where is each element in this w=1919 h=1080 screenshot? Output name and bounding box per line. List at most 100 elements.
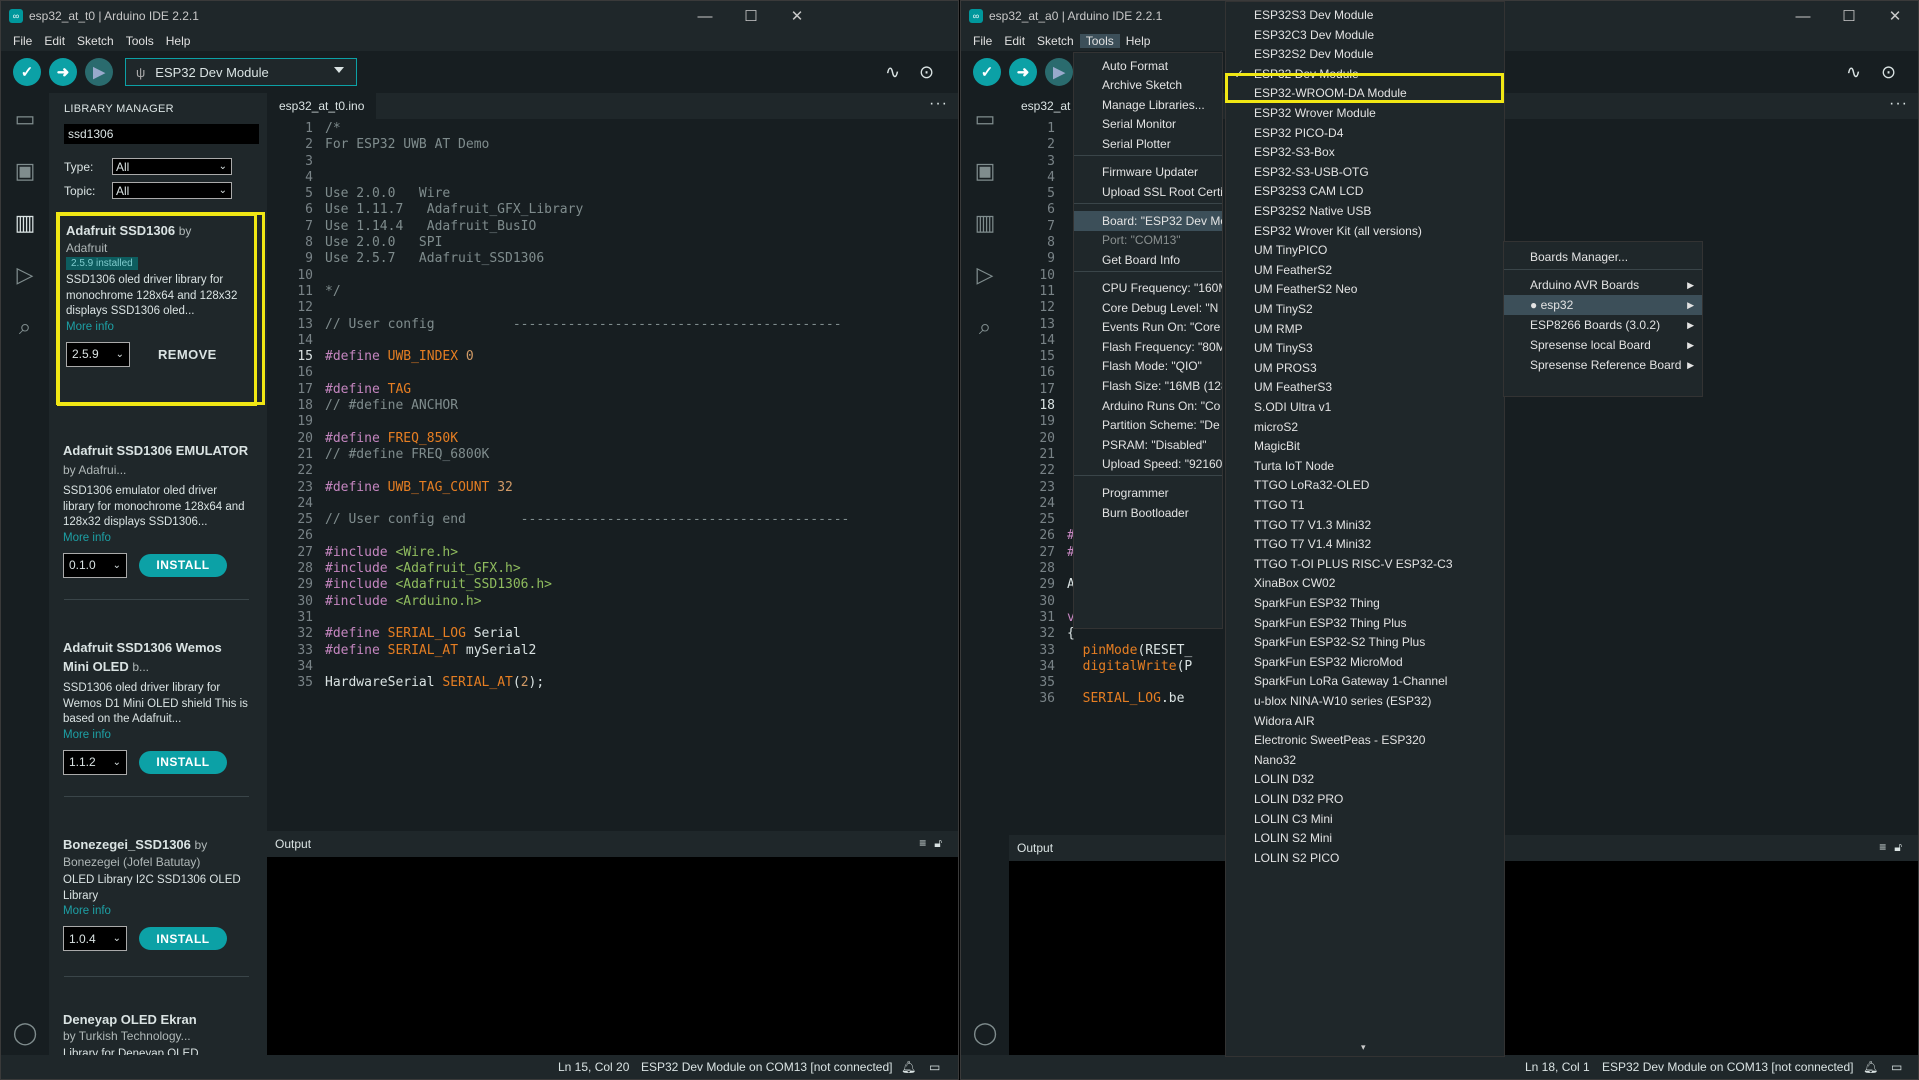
version-select[interactable]: 1.1.2 ⌄ <box>63 749 127 775</box>
tools-menu-item[interactable]: Flash Mode: "QIO" <box>1074 356 1222 376</box>
close-icon[interactable]: ✕ <box>774 1 820 31</box>
debug-icon[interactable]: ▶ <box>1045 58 1073 86</box>
board-platform-item[interactable]: Arduino AVR Boards ▶ <box>1504 275 1702 295</box>
version-select[interactable]: 0.1.0 ⌄ <box>63 552 127 578</box>
board-option[interactable]: LOLIN S2 PICO <box>1226 848 1504 868</box>
board-option[interactable]: ESP32S2 Dev Module <box>1226 44 1504 64</box>
serial-monitor-icon[interactable]: ⊙ <box>919 62 934 83</box>
board-option[interactable]: UM FeatherS2 <box>1226 260 1504 280</box>
boards-manager-icon[interactable]: ▣ <box>1 145 49 197</box>
board-option[interactable]: LOLIN S2 Mini <box>1226 828 1504 848</box>
output-toggle-icon[interactable]: ▭ <box>1891 1060 1902 1074</box>
verify-icon[interactable]: ✓ <box>973 58 1001 86</box>
board-option[interactable]: LOLIN C3 Mini <box>1226 809 1504 829</box>
board-option[interactable]: TTGO LoRa32-OLED <box>1226 475 1504 495</box>
tools-menu-item[interactable]: Board: "ESP32 Dev Mo <box>1074 211 1222 231</box>
menu-sketch[interactable]: Sketch <box>1031 34 1080 48</box>
menu-edit[interactable]: Edit <box>38 34 71 48</box>
board-selector[interactable]: ψ ESP32 Dev Module <box>125 58 357 86</box>
tools-menu-item[interactable]: Arduino Runs On: "Co <box>1074 396 1222 416</box>
bell-icon[interactable]: 🔔︎ <box>1863 1060 1878 1074</box>
tools-menu-item[interactable]: Get Board Info <box>1074 250 1222 270</box>
search-icon[interactable]: ⌕ <box>1 301 49 353</box>
upload-icon[interactable]: ➜ <box>1009 58 1037 86</box>
board-platform-item[interactable]: Spresense Reference Board ▶ <box>1504 355 1702 375</box>
maximize-icon[interactable]: ☐ <box>728 1 774 31</box>
board-option[interactable]: Turta IoT Node <box>1226 456 1504 476</box>
board-option[interactable]: UM TinyS2 <box>1226 299 1504 319</box>
tools-menu-item[interactable]: Events Run On: "Core <box>1074 317 1222 337</box>
install-button[interactable]: INSTALL <box>139 750 227 774</box>
menu-tools[interactable]: Tools <box>120 34 160 48</box>
folder-icon[interactable]: ▭ <box>961 93 1009 145</box>
menu-help[interactable]: Help <box>1120 34 1157 48</box>
tools-menu-item[interactable]: Flash Frequency: "80M <box>1074 337 1222 357</box>
board-option[interactable]: ESP32 Wrover Kit (all versions) <box>1226 221 1504 241</box>
board-platform-item[interactable]: Boards Manager... <box>1504 247 1702 267</box>
code-editor[interactable]: esp32_at_t0.ino ··· 1 /* 2 For ESP32 UWB AT… <box>267 93 958 829</box>
account-icon[interactable]: ◯ <box>1 1009 49 1057</box>
tools-menu-item[interactable]: Partition Scheme: "De <box>1074 415 1222 435</box>
install-button[interactable]: INSTALL <box>139 927 227 950</box>
board-option[interactable]: Widora AIR <box>1226 711 1504 731</box>
menu-tools[interactable]: Tools <box>1079 34 1120 48</box>
tools-menu-item[interactable]: Burn Bootloader <box>1074 503 1222 523</box>
board-option[interactable]: UM FeatherS2 Neo <box>1226 279 1504 299</box>
debug-icon[interactable]: ▶ <box>85 58 113 86</box>
board-option[interactable]: ESP32C3 Dev Module <box>1226 25 1504 45</box>
tools-menu-item[interactable]: Archive Sketch <box>1074 75 1222 95</box>
board-option[interactable]: LOLIN D32 <box>1226 769 1504 789</box>
clear-output-icon[interactable]: ≡ <box>919 836 934 850</box>
library-search-input[interactable] <box>64 124 259 144</box>
search-icon[interactable]: ⌕ <box>961 301 1009 353</box>
board-option[interactable]: u-blox NINA-W10 series (ESP32) <box>1226 691 1504 711</box>
verify-icon[interactable]: ✓ <box>13 58 41 86</box>
serial-plotter-icon[interactable]: ∿ <box>1846 62 1861 83</box>
close-icon[interactable]: ✕ <box>1872 1 1918 31</box>
version-select[interactable]: 1.0.4 ⌄ <box>63 926 127 951</box>
menu-edit[interactable]: Edit <box>998 34 1031 48</box>
more-info-link[interactable]: More info <box>63 904 251 919</box>
lock-icon[interactable]: 🔓︎ <box>1894 840 1910 854</box>
tab-esp32-at-t0[interactable]: esp32_at_t0.ino <box>267 93 377 119</box>
serial-monitor-icon[interactable]: ⊙ <box>1881 62 1896 83</box>
board-option[interactable]: UM RMP <box>1226 319 1504 339</box>
lock-icon[interactable]: 🔓︎ <box>934 836 950 850</box>
board-platform-item[interactable]: ● esp32 ▶ <box>1504 295 1702 315</box>
tools-menu-item[interactable]: Core Debug Level: "N <box>1074 298 1222 318</box>
board-option[interactable]: UM TinyS3 <box>1226 338 1504 358</box>
board-option[interactable]: ESP32-S3-USB-OTG <box>1226 162 1504 182</box>
tools-menu-item[interactable]: Port: "COM13" <box>1074 230 1222 250</box>
boards-manager-icon[interactable]: ▣ <box>961 145 1009 197</box>
tools-menu-item[interactable]: PSRAM: "Disabled" <box>1074 435 1222 455</box>
menu-file[interactable]: File <box>7 34 38 48</box>
debug-sidebar-icon[interactable]: ▷ <box>1 249 49 301</box>
type-select[interactable]: All ⌄ <box>112 158 232 175</box>
minimize-icon[interactable]: — <box>1780 1 1826 31</box>
board-option[interactable]: Electronic SweetPeas - ESP320 <box>1226 730 1504 750</box>
board-option[interactable]: ESP32S2 Native USB <box>1226 201 1504 221</box>
tools-menu-item[interactable]: Flash Size: "16MB (128 <box>1074 376 1222 396</box>
tools-menu-item[interactable]: Serial Plotter <box>1074 134 1222 154</box>
more-icon[interactable]: ··· <box>929 95 948 113</box>
output-toggle-icon[interactable]: ▭ <box>929 1060 940 1074</box>
board-option[interactable]: XinaBox CW02 <box>1226 573 1504 593</box>
library-manager-icon[interactable]: ▥ <box>1 197 49 249</box>
tools-menu-item[interactable]: Programmer <box>1074 483 1222 503</box>
board-option[interactable]: UM FeatherS3 <box>1226 377 1504 397</box>
board-option[interactable]: SparkFun ESP32 Thing Plus <box>1226 613 1504 633</box>
tools-menu-item[interactable]: Serial Monitor <box>1074 114 1222 134</box>
library-manager-icon[interactable]: ▥ <box>961 197 1009 249</box>
tools-menu-item[interactable]: Firmware Updater <box>1074 162 1222 182</box>
scroll-down-icon[interactable]: ▾ <box>1361 1042 1366 1053</box>
board-option[interactable]: UM PROS3 <box>1226 358 1504 378</box>
board-option[interactable]: S.ODI Ultra v1 <box>1226 397 1504 417</box>
board-option[interactable]: SparkFun LoRa Gateway 1-Channel <box>1226 671 1504 691</box>
install-button[interactable]: INSTALL <box>139 553 227 577</box>
upload-icon[interactable]: ➜ <box>49 58 77 86</box>
menu-sketch[interactable]: Sketch <box>71 34 120 48</box>
tools-menu-item[interactable]: CPU Frequency: "160M <box>1074 278 1222 298</box>
folder-icon[interactable]: ▭ <box>1 93 49 145</box>
board-option[interactable]: SparkFun ESP32-S2 Thing Plus <box>1226 632 1504 652</box>
board-platform-item[interactable]: ESP8266 Boards (3.0.2) ▶ <box>1504 315 1702 335</box>
